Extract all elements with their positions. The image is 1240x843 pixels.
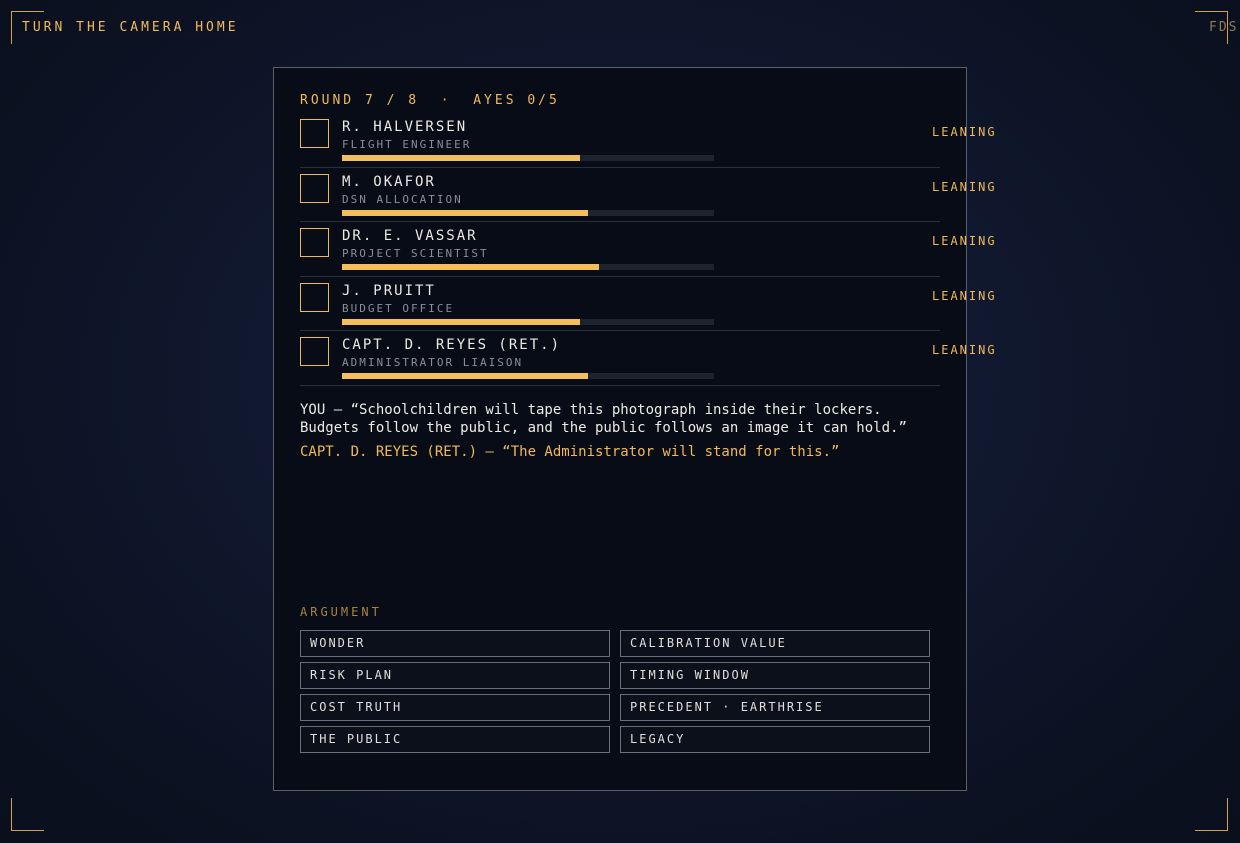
round-status-text: ROUND 7 / 8 · AYES 0/5 <box>300 93 560 108</box>
member-status: LEANING <box>932 125 997 139</box>
member-name: DR. E. VASSAR <box>342 228 478 245</box>
member-status: LEANING <box>932 343 997 358</box>
member-name: CAPT. D. REYES (RET.) <box>342 337 562 354</box>
council-member: CAPT. D. REYES (RET.) ADMINISTRATOR LIAI… <box>300 331 995 386</box>
argument-calibration-value-button[interactable]: CALIBRATION VALUE <box>620 630 930 657</box>
council-member: R. HALVERSEN FLIGHT ENGINEER LEANING <box>300 113 995 168</box>
argument-legacy-button[interactable]: LEGACY <box>620 726 930 753</box>
member-role: PROJECT SCIENTIST <box>342 247 489 261</box>
member-status: LEANING <box>932 234 997 249</box>
member-role: DSN ALLOCATION <box>342 192 463 206</box>
council-member: M. OKAFOR DSN ALLOCATION LEANING <box>300 168 995 223</box>
persuasion-bar-fill <box>342 209 588 216</box>
player-statement: YOU — “Schoolchildren will tape this pho… <box>300 402 907 436</box>
persuasion-bar <box>342 373 714 380</box>
frame-corner-bottom-left <box>11 798 44 831</box>
frame-corner-bottom-right <box>1195 798 1228 831</box>
member-checkbox[interactable] <box>300 119 329 148</box>
persuasion-bar <box>342 318 714 325</box>
member-role: FLIGHT ENGINEER <box>342 138 472 151</box>
persuasion-bar <box>342 155 714 161</box>
dialogue-log: YOU — “Schoolchildren will tape this pho… <box>300 401 940 461</box>
member-name: J. PRUITT <box>342 282 436 299</box>
argument-timing-window-button[interactable]: TIMING WINDOW <box>620 662 930 689</box>
corner-tag: FDS <box>1209 20 1239 35</box>
persuasion-bar-fill <box>342 318 581 325</box>
persuasion-bar-fill <box>342 373 588 380</box>
persuasion-bar <box>342 209 714 216</box>
member-role: BUDGET OFFICE <box>342 301 455 315</box>
council-list: R. HALVERSEN FLIGHT ENGINEER LEANING M. … <box>300 113 995 386</box>
member-status: LEANING <box>932 288 997 303</box>
argument-options: WONDER CALIBRATION VALUE RISK PLAN TIMIN… <box>300 630 930 753</box>
council-reply: CAPT. D. REYES (RET.) — “The Administrat… <box>300 444 840 460</box>
argument-the-public-button[interactable]: THE PUBLIC <box>300 726 610 753</box>
argument-heading: ARGUMENT <box>300 605 382 619</box>
member-checkbox[interactable] <box>300 337 329 367</box>
member-checkbox[interactable] <box>300 282 329 312</box>
argument-cost-truth-button[interactable]: COST TRUTH <box>300 694 610 721</box>
persuasion-bar-fill <box>342 264 599 271</box>
argument-wonder-button[interactable]: WONDER <box>300 630 610 657</box>
argument-precedent-earthrise-button[interactable]: PRECEDENT · EARTHRISE <box>620 694 930 721</box>
member-name: M. OKAFOR <box>342 173 436 190</box>
round-status: ROUND 7 / 8 · AYES 0/5 <box>300 93 560 108</box>
game-title: TURN THE CAMERA HOME <box>22 20 239 35</box>
persuasion-bar-fill <box>342 155 581 161</box>
member-checkbox[interactable] <box>300 173 329 203</box>
council-member: DR. E. VASSAR PROJECT SCIENTIST LEANING <box>300 222 995 277</box>
member-name: R. HALVERSEN <box>342 119 468 135</box>
council-member: J. PRUITT BUDGET OFFICE LEANING <box>300 277 995 332</box>
council-panel: ROUND 7 / 8 · AYES 0/5 R. HALVERSEN FLIG… <box>273 67 995 791</box>
argument-risk-plan-button[interactable]: RISK PLAN <box>300 662 610 689</box>
member-checkbox[interactable] <box>300 228 329 258</box>
member-role: ADMINISTRATOR LIAISON <box>342 356 524 370</box>
member-status: LEANING <box>932 179 997 194</box>
persuasion-bar <box>342 264 714 271</box>
